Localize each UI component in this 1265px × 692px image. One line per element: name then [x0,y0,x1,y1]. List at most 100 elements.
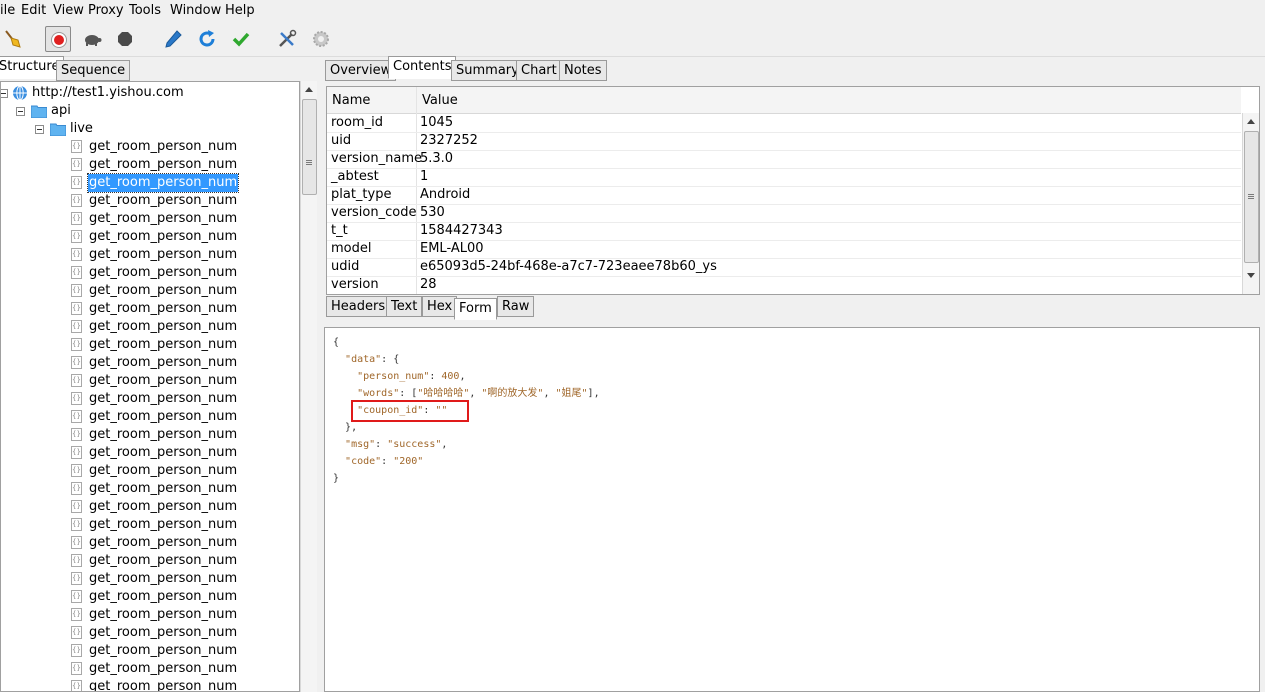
tree-folder-node[interactable]: live [1,120,299,138]
throttle-button[interactable] [79,26,105,52]
tree-request-item[interactable]: {} get_room_person_num [1,678,299,692]
tree-request-label: get_room_person_num [89,193,238,208]
tab-headers[interactable]: Headers [326,296,391,317]
table-row[interactable]: room_id 1045 [327,114,1241,133]
table-row[interactable]: udid e65093d5-24bf-468e-a7c7-723eaee78b60… [327,258,1241,277]
menu-window[interactable]: Window [170,3,221,18]
menu-file[interactable]: ile [0,3,15,18]
tree-request-label: get_room_person_num [89,679,238,692]
tree-request-item[interactable]: {} get_room_person_num [1,228,299,246]
tab-summary[interactable]: Summary [451,60,524,81]
tree-request-item[interactable]: {} get_room_person_num [1,642,299,660]
table-row[interactable]: version_code 530 [327,204,1241,223]
tree-request-label: get_room_person_num [89,301,238,316]
tree-scrollbar[interactable] [300,81,317,692]
menu-help[interactable]: Help [225,3,255,18]
tree-host-node[interactable]: http://test1.yishou.com [1,84,299,102]
edit-button[interactable] [160,26,186,52]
tree-request-item[interactable]: {} get_room_person_num [1,498,299,516]
tree-request-item[interactable]: {} get_room_person_num [1,516,299,534]
tree-request-item[interactable]: {} get_room_person_num [1,462,299,480]
column-header-name[interactable]: Name [332,93,370,108]
tab-raw[interactable]: Raw [497,296,535,317]
table-row[interactable]: version_name 5.3.0 [327,150,1241,169]
tree-request-item[interactable]: {} get_room_person_num [1,390,299,408]
column-header-value[interactable]: Value [422,93,458,108]
tree-request-item[interactable]: {} get_room_person_num [1,318,299,336]
settings-button[interactable] [308,26,334,52]
response-body-viewer[interactable]: { "data": { "person_num": 400, "words": … [324,327,1260,692]
tree-request-item[interactable]: {} get_room_person_num [1,606,299,624]
menu-proxy[interactable]: Proxy [88,3,124,18]
scroll-down-arrow-icon[interactable] [1247,273,1255,278]
tab-contents[interactable]: Contents [388,56,457,79]
json-line: "code": "200" [345,456,424,467]
tab-form[interactable]: Form [454,298,497,320]
menu-tools[interactable]: Tools [129,3,161,18]
tab-hex[interactable]: Hex [422,296,458,317]
table-header: Name Value [327,87,1241,114]
tree-scroll-thumb[interactable] [302,99,317,195]
tree-request-item[interactable]: {} get_room_person_num [1,480,299,498]
table-row[interactable]: model EML-AL00 [327,240,1241,259]
menu-view[interactable]: View [53,3,84,18]
tree-request-item[interactable]: {} get_room_person_num [1,372,299,390]
validate-button[interactable] [228,26,254,52]
table-scroll-thumb[interactable] [1244,131,1259,263]
tab-text[interactable]: Text [386,296,423,317]
structure-tree[interactable]: http://test1.yishou.com api live {} get_room… [0,81,300,692]
tree-request-item[interactable]: {} get_room_person_num [1,264,299,282]
tab-chart[interactable]: Chart [516,60,562,81]
tree-request-item[interactable]: {} get_room_person_num [1,210,299,228]
tree-request-item[interactable]: {} get_room_person_num [1,552,299,570]
tab-sequence[interactable]: Sequence [56,60,131,81]
request-document-icon: {} [71,140,82,153]
tree-request-item[interactable]: {} get_room_person_num [1,246,299,264]
tree-request-item[interactable]: {} get_room_person_num [1,336,299,354]
tree-request-item[interactable]: {} get_room_person_num [1,192,299,210]
collapse-icon[interactable] [1,89,8,98]
tree-request-item[interactable]: {} get_room_person_num [1,138,299,156]
menu-bar: ile Edit View Proxy Tools Window Help [0,0,1265,22]
param-value: EML-AL00 [420,241,484,256]
table-row[interactable]: t_t 1584427343 [327,222,1241,241]
tree-request-item[interactable]: {} get_room_person_num [1,354,299,372]
tree-request-item[interactable]: {} get_room_person_num [1,156,299,174]
checkmark-icon [232,32,250,47]
tree-folder-node[interactable]: api [1,102,299,120]
table-row[interactable]: _abtest 1 [327,168,1241,187]
tree-request-item[interactable]: {} get_room_person_num [1,660,299,678]
tree-request-item[interactable]: {} get_room_person_num [1,173,299,193]
scroll-up-arrow-icon[interactable] [305,87,313,92]
stop-hexagon-icon [118,32,132,46]
table-row[interactable]: uid 2327252 [327,132,1241,151]
menu-edit[interactable]: Edit [21,3,46,18]
tab-overview[interactable]: Overview [325,60,397,81]
table-row[interactable]: version 28 [327,276,1241,294]
tree-request-item[interactable]: {} get_room_person_num [1,444,299,462]
repeat-button[interactable] [194,26,220,52]
tools-button[interactable] [274,26,300,52]
table-scrollbar[interactable] [1242,113,1259,294]
tab-notes[interactable]: Notes [559,60,607,81]
annotation-highlight-box [351,400,469,422]
collapse-icon[interactable] [35,125,44,134]
folder-icon [31,105,47,118]
tree-request-label: get_room_person_num [89,427,238,442]
tree-request-item[interactable]: {} get_room_person_num [1,534,299,552]
clear-session-button[interactable] [0,26,26,52]
tree-request-item[interactable]: {} get_room_person_num [1,408,299,426]
param-value: Android [420,187,471,202]
tree-request-item[interactable]: {} get_room_person_num [1,588,299,606]
tree-request-item[interactable]: {} get_room_person_num [1,624,299,642]
table-row[interactable]: plat_type Android [327,186,1241,205]
scroll-up-arrow-icon[interactable] [1247,119,1255,124]
tree-request-item[interactable]: {} get_room_person_num [1,300,299,318]
tree-request-item[interactable]: {} get_room_person_num [1,570,299,588]
record-button[interactable] [45,26,71,52]
collapse-icon[interactable] [16,107,25,116]
tree-request-item[interactable]: {} get_room_person_num [1,282,299,300]
breakpoints-button[interactable] [112,26,138,52]
tab-structure[interactable]: Structure [0,56,65,79]
tree-request-item[interactable]: {} get_room_person_num [1,426,299,444]
